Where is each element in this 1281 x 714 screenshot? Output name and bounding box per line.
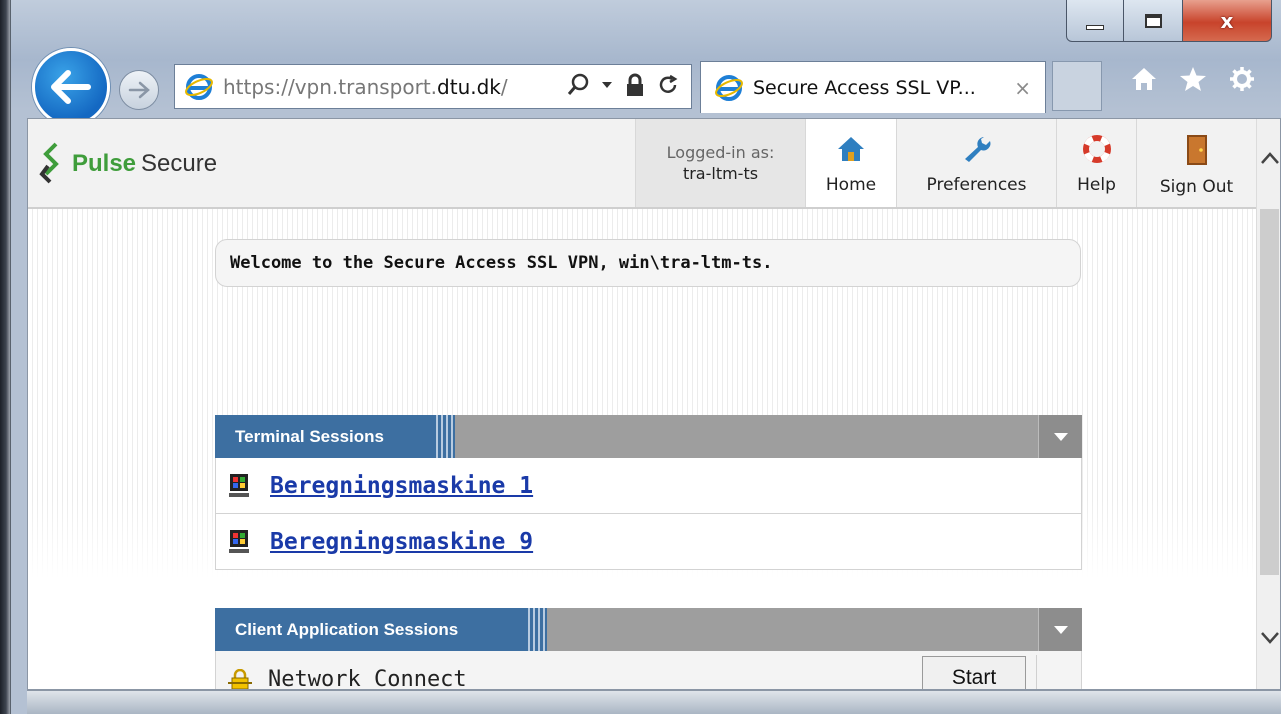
close-window-button[interactable]: x bbox=[1182, 0, 1272, 42]
page-body: Welcome to the Secure Access SSL VPN, wi… bbox=[28, 209, 1256, 690]
chevron-down-icon bbox=[1053, 432, 1068, 441]
door-icon bbox=[1186, 135, 1207, 165]
collapse-client-button[interactable] bbox=[1038, 608, 1082, 651]
client-sessions-panel: Client Application Sessions Network Conn… bbox=[215, 608, 1082, 690]
forward-button[interactable] bbox=[119, 70, 159, 110]
nav-sign-out[interactable]: Sign Out bbox=[1136, 119, 1256, 207]
search-icon[interactable] bbox=[567, 73, 589, 97]
terminal-sessions-title: Terminal Sessions bbox=[215, 415, 433, 458]
settings-gear-icon[interactable] bbox=[1229, 66, 1255, 92]
logged-in-user: tra-ltm-ts bbox=[682, 164, 759, 183]
terminal-session-row: Beregningsmaskine 9 bbox=[215, 514, 1082, 570]
minimize-icon bbox=[1086, 25, 1104, 30]
lifebuoy-icon bbox=[1082, 135, 1111, 163]
ie-tab-icon bbox=[715, 75, 743, 101]
portal-header: Pulse Secure Logged-in as: tra-ltm-ts Hom… bbox=[28, 119, 1256, 209]
pulse-logo-icon bbox=[39, 142, 59, 184]
back-arrow-icon bbox=[51, 70, 91, 104]
chevron-down-icon bbox=[1053, 625, 1068, 634]
session-link-1[interactable]: Beregningsmaskine 1 bbox=[270, 473, 533, 499]
lock-icon[interactable] bbox=[625, 73, 645, 97]
nav-home-label: Home bbox=[825, 175, 877, 195]
session-link-9[interactable]: Beregningsmaskine 9 bbox=[270, 529, 533, 555]
terminal-icon bbox=[229, 529, 249, 553]
network-connect-row: Network Connect Start bbox=[215, 651, 1082, 690]
vertical-scrollbar[interactable] bbox=[1256, 119, 1280, 689]
home-icon bbox=[838, 137, 864, 161]
nav-home[interactable]: Home bbox=[805, 119, 896, 207]
collapse-terminal-button[interactable] bbox=[1038, 415, 1082, 458]
favorites-star-icon[interactable] bbox=[1179, 66, 1207, 92]
terminal-icon bbox=[229, 473, 249, 497]
wrench-icon bbox=[964, 137, 990, 162]
scroll-up-icon[interactable] bbox=[1260, 151, 1280, 165]
back-button[interactable] bbox=[32, 48, 110, 126]
dropdown-chevron-icon[interactable] bbox=[601, 80, 613, 90]
tab-close-icon[interactable]: × bbox=[1014, 76, 1031, 100]
address-url: https://vpn.transport.dtu.dk/ bbox=[223, 74, 508, 99]
browser-window: x https://vpn.transport.dtu.dk/ Secure A… bbox=[10, 0, 1281, 714]
scroll-down-icon[interactable] bbox=[1260, 631, 1280, 645]
start-button[interactable]: Start bbox=[922, 656, 1026, 689]
nav-sign-out-label: Sign Out bbox=[1159, 177, 1234, 197]
scroll-thumb[interactable] bbox=[1260, 209, 1279, 575]
client-sessions-header: Client Application Sessions bbox=[215, 608, 1082, 651]
status-bar bbox=[27, 690, 1281, 714]
ie-logo-icon bbox=[185, 74, 213, 100]
welcome-text: Welcome to the Secure Access SSL VPN, wi… bbox=[230, 253, 773, 273]
nav-help-label: Help bbox=[1077, 175, 1116, 195]
new-tab-button[interactable] bbox=[1052, 61, 1102, 111]
network-connect-label: Network Connect bbox=[268, 667, 467, 690]
maximize-button[interactable] bbox=[1123, 0, 1183, 42]
pulse-secure-logo: Pulse Secure bbox=[38, 141, 217, 187]
panel-grip bbox=[433, 415, 455, 458]
address-bar[interactable]: https://vpn.transport.dtu.dk/ bbox=[174, 64, 692, 109]
terminal-session-row: Beregningsmaskine 1 bbox=[215, 458, 1082, 514]
panel-grip bbox=[525, 608, 547, 651]
nav-preferences-label: Preferences bbox=[926, 175, 1027, 195]
divider bbox=[1036, 655, 1037, 689]
forward-arrow-icon bbox=[128, 81, 150, 99]
terminal-sessions-header: Terminal Sessions bbox=[215, 415, 1082, 458]
nav-preferences[interactable]: Preferences bbox=[896, 119, 1056, 207]
logged-in-label: Logged-in as: bbox=[666, 143, 775, 162]
client-sessions-title: Client Application Sessions bbox=[215, 608, 525, 651]
minimize-button[interactable] bbox=[1066, 0, 1124, 42]
terminal-sessions-panel: Terminal Sessions Beregningsmaskine 1 Be… bbox=[215, 415, 1082, 570]
home-toolbar-icon[interactable] bbox=[1131, 66, 1157, 92]
tab-secure-access[interactable]: Secure Access SSL VP... × bbox=[700, 61, 1046, 113]
refresh-icon[interactable] bbox=[657, 74, 679, 96]
logged-in-info: Logged-in as: tra-ltm-ts bbox=[635, 119, 805, 207]
close-icon: x bbox=[1220, 8, 1234, 33]
welcome-banner: Welcome to the Secure Access SSL VPN, wi… bbox=[215, 239, 1081, 287]
tab-title: Secure Access SSL VP... bbox=[753, 76, 976, 99]
network-lock-icon bbox=[228, 668, 252, 689]
maximize-icon bbox=[1144, 13, 1162, 28]
nav-help[interactable]: Help bbox=[1056, 119, 1136, 207]
page-viewport: Pulse Secure Logged-in as: tra-ltm-ts Hom… bbox=[27, 118, 1281, 690]
